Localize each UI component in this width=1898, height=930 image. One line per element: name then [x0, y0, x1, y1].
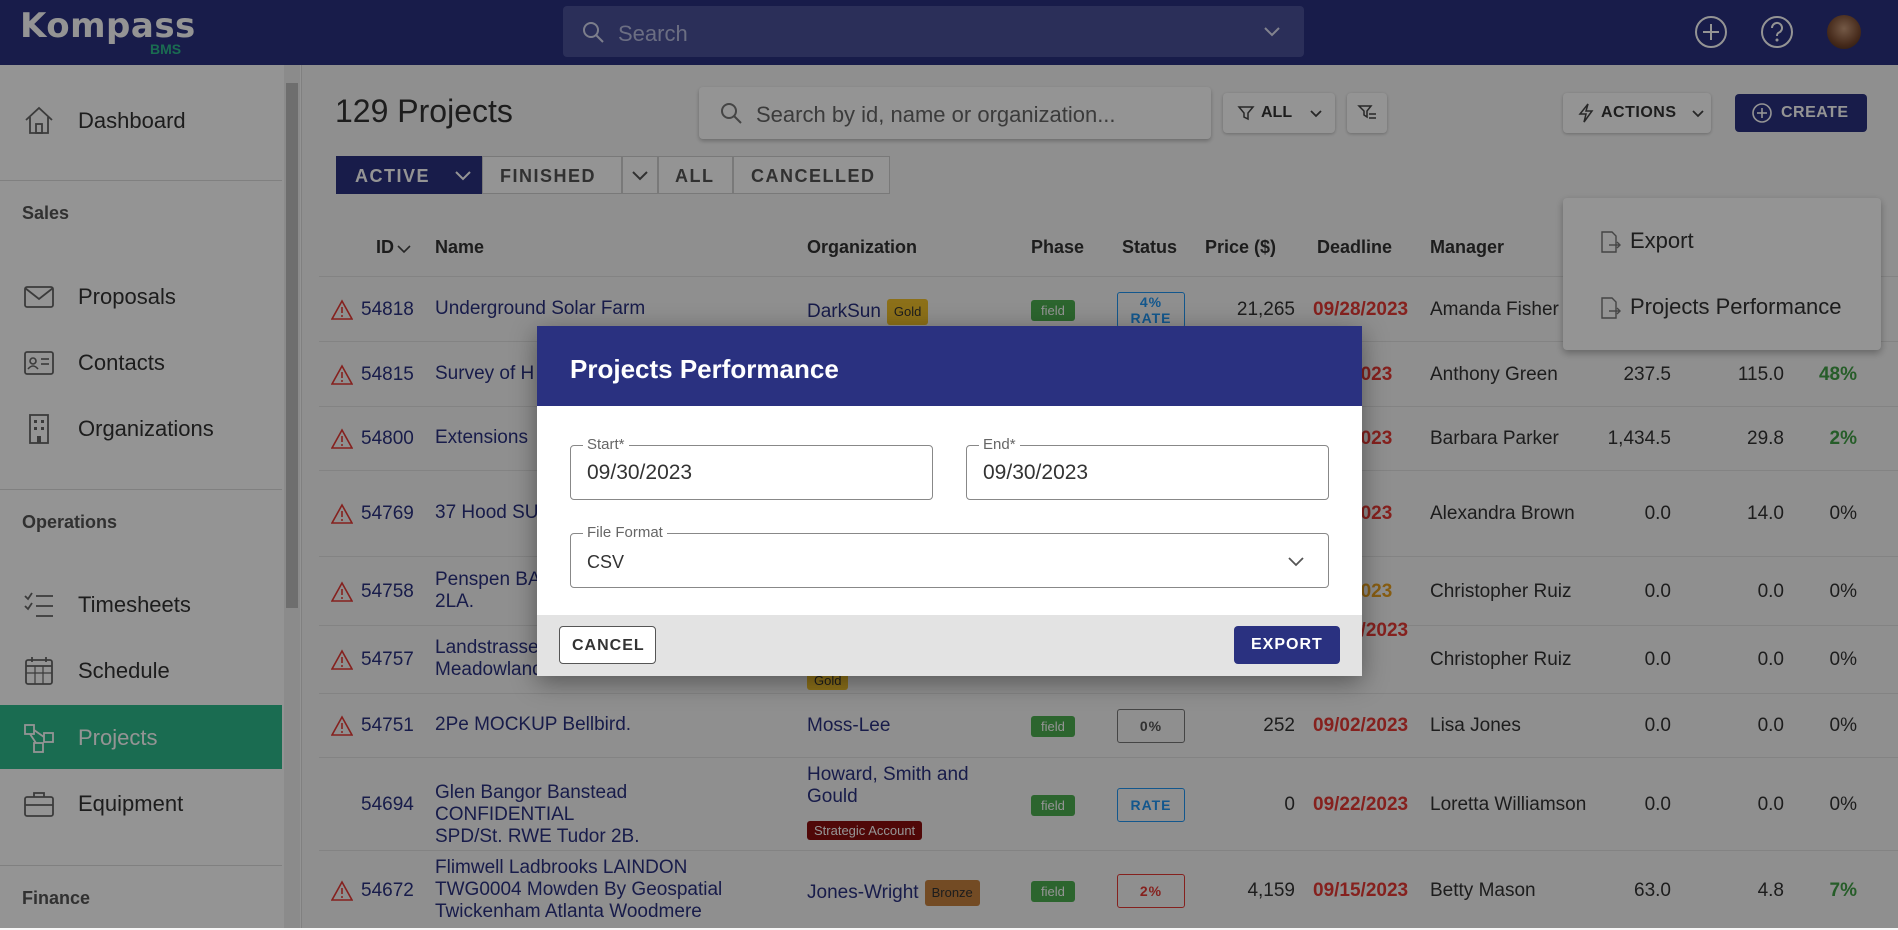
projects-performance-dialog: Projects Performance Start* 09/30/2023 E… — [537, 326, 1362, 676]
start-date-label: Start* — [583, 436, 629, 453]
export-button[interactable]: EXPORT — [1234, 626, 1340, 664]
file-format-select[interactable]: File Format CSV — [570, 524, 1329, 588]
dialog-footer: CANCEL EXPORT — [537, 615, 1362, 676]
file-format-value: CSV — [587, 552, 625, 572]
end-date-field[interactable]: End* 09/30/2023 — [966, 436, 1329, 500]
chevron-down-icon — [1288, 557, 1304, 567]
dialog-header: Projects Performance — [537, 326, 1362, 406]
file-format-label: File Format — [583, 524, 667, 541]
dialog-title: Projects Performance — [570, 354, 839, 384]
cancel-button[interactable]: CANCEL — [559, 626, 656, 664]
start-date-value: 09/30/2023 — [587, 461, 693, 484]
end-date-label: End* — [979, 436, 1020, 453]
end-date-value: 09/30/2023 — [983, 461, 1089, 484]
start-date-field[interactable]: Start* 09/30/2023 — [570, 436, 933, 500]
